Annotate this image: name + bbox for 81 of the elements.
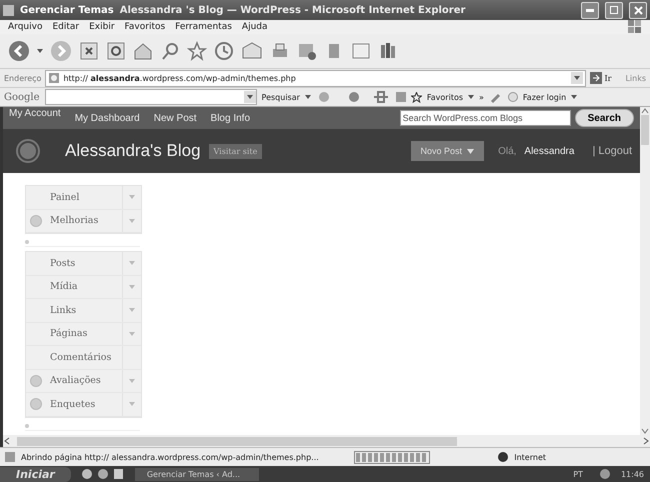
- quick-launch-icons[interactable]: [80, 468, 125, 480]
- scroll-down-icon[interactable]: [641, 427, 649, 435]
- caret-icon[interactable]: [468, 95, 474, 99]
- circle-icon: [30, 374, 42, 387]
- page-icon: [4, 451, 16, 463]
- restore-button[interactable]: [605, 2, 623, 18]
- scroll-thumb[interactable]: [641, 115, 649, 145]
- admin-menu-item[interactable]: Comentários: [26, 346, 141, 370]
- restore-icon: [610, 6, 618, 14]
- admin-bar-link[interactable]: My Dashboard: [74, 112, 140, 124]
- history-icon[interactable]: [214, 41, 234, 61]
- admin-menu-item[interactable]: Enquetes: [26, 393, 141, 416]
- vertical-scrollbar[interactable]: [640, 107, 650, 435]
- start-button[interactable]: Iniciar: [0, 466, 71, 482]
- page-icon: [3, 4, 14, 16]
- blog-title: Alessandra's Blog: [65, 141, 201, 161]
- admin-menu-item[interactable]: Páginas: [26, 322, 141, 346]
- taskbar-window-button[interactable]: Gerenciar Temas ‹ Ad...: [134, 468, 259, 480]
- admin-menu-item[interactable]: Posts: [26, 252, 141, 276]
- scroll-up-icon[interactable]: [641, 107, 649, 115]
- page-icon: [48, 72, 60, 84]
- star-icon[interactable]: [187, 41, 207, 61]
- caret-icon[interactable]: [571, 95, 578, 99]
- admin-menu-item[interactable]: Mídia: [26, 276, 141, 299]
- clock: 11:46: [620, 470, 644, 478]
- logout-link[interactable]: | Logout: [592, 145, 632, 157]
- collapse-handle[interactable]: [25, 238, 140, 247]
- new-post-button[interactable]: Novo Post: [410, 141, 484, 161]
- menu-item[interactable]: Arquivo: [8, 22, 42, 32]
- links-label[interactable]: Links: [625, 74, 646, 82]
- stop-icon[interactable]: [79, 41, 99, 61]
- more-button[interactable]: »: [479, 92, 484, 102]
- language-indicator[interactable]: PT: [573, 470, 583, 478]
- admin-bar-link[interactable]: Blog Info: [210, 112, 250, 124]
- menu-item[interactable]: Editar: [52, 22, 80, 32]
- favorites-button[interactable]: Favoritos: [426, 92, 464, 102]
- menu-item[interactable]: Ajuda: [242, 22, 268, 32]
- search-button[interactable]: Search: [574, 109, 634, 127]
- menu-item[interactable]: Ferramentas: [175, 22, 232, 32]
- status-text: Abrindo página http:// alessandra.wordpress.com/wp-admin/themes.php...: [21, 452, 319, 462]
- caret-icon[interactable]: [571, 72, 584, 84]
- horizontal-scrollbar[interactable]: [0, 435, 650, 447]
- admin-menu-item[interactable]: Links: [26, 299, 141, 322]
- admin-bar-link[interactable]: My Account: [9, 108, 61, 118]
- window-title: Alessandra 's Blog — WordPress - Microsoft Internet Explorer: [120, 4, 466, 16]
- google-logo: Google: [4, 92, 40, 102]
- address-field[interactable]: http:// alessandra.wordpress.com/wp-admin/themes.php: [45, 70, 586, 86]
- admin-menu-item[interactable]: Avaliações: [26, 370, 141, 393]
- blog-search-field[interactable]: Search WordPress.com Blogs: [400, 110, 571, 126]
- windows-logo-icon: [628, 20, 642, 34]
- menu-item[interactable]: Exibir: [89, 22, 115, 32]
- circle-icon: [30, 214, 42, 227]
- google-search-field[interactable]: [44, 89, 257, 105]
- caret-icon[interactable]: [244, 91, 256, 103]
- circle-icon: [508, 92, 518, 102]
- minimize-icon: [586, 8, 594, 12]
- home-icon[interactable]: [133, 41, 153, 61]
- visit-site-button[interactable]: Visitar site: [208, 144, 262, 158]
- close-button[interactable]: [629, 2, 647, 18]
- address-label: Endereço: [4, 74, 42, 82]
- search-button[interactable]: Pesquisar: [262, 92, 300, 102]
- admin-menu-item[interactable]: Painel: [26, 186, 141, 210]
- caret-icon[interactable]: [304, 95, 311, 99]
- login-button[interactable]: Fazer login: [522, 92, 566, 102]
- admin-bar-link[interactable]: New Post: [154, 112, 197, 124]
- caret-icon[interactable]: [37, 49, 43, 53]
- star-icon[interactable]: [410, 92, 422, 102]
- search-icon[interactable]: [160, 41, 180, 61]
- zone-label: Internet: [514, 452, 546, 462]
- admin-menu-item[interactable]: Melhorias: [26, 210, 141, 233]
- back-icon[interactable]: [8, 40, 30, 62]
- window-title: Gerenciar Temas: [20, 4, 114, 16]
- scroll-thumb[interactable]: [17, 436, 457, 446]
- collapse-handle[interactable]: [25, 422, 140, 430]
- caret-icon: [467, 148, 474, 154]
- user-link[interactable]: Alessandra: [524, 146, 574, 156]
- menu-item[interactable]: Favoritos: [124, 22, 166, 32]
- greeting: Olá,: [498, 146, 516, 156]
- circle-icon: [30, 398, 42, 410]
- minimize-button[interactable]: [581, 2, 599, 18]
- close-icon: [634, 6, 642, 14]
